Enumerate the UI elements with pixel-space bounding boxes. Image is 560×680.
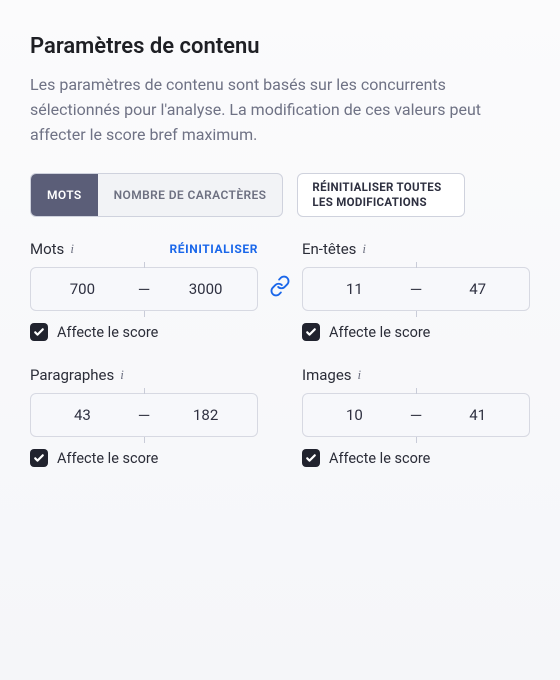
- range-separator: —: [134, 280, 155, 299]
- images-range: —: [302, 393, 530, 437]
- info-icon[interactable]: i: [70, 241, 74, 257]
- check-icon: [33, 326, 45, 338]
- check-icon: [305, 452, 317, 464]
- images-min-input[interactable]: [303, 396, 406, 434]
- paragraphs-affects-label: Affecte le score: [57, 450, 158, 467]
- field-headers: En-têtes i — Affecte le score: [302, 239, 530, 341]
- headers-range: —: [302, 267, 530, 311]
- field-headers-label: En-têtes i: [302, 240, 366, 258]
- field-words: Mots i RÉINITIALISER — Affecte le score: [30, 239, 258, 341]
- info-icon[interactable]: i: [120, 367, 124, 383]
- field-images-label-text: Images: [302, 366, 352, 384]
- paragraphs-range: —: [30, 393, 258, 437]
- headers-max-input[interactable]: [426, 270, 529, 308]
- headers-affects-checkbox[interactable]: [302, 323, 320, 341]
- images-affects-checkbox[interactable]: [302, 449, 320, 467]
- words-affects-label: Affecte le score: [57, 324, 158, 341]
- words-max-input[interactable]: [154, 270, 257, 308]
- toolbar: MOTS NOMBRE DE CARACTÈRES RÉINITIALISER …: [30, 173, 530, 217]
- field-paragraphs-label: Paragraphes i: [30, 366, 124, 384]
- unit-segmented-control: MOTS NOMBRE DE CARACTÈRES: [30, 173, 283, 217]
- tab-words[interactable]: MOTS: [31, 174, 98, 216]
- field-paragraphs: Paragraphes i — Affecte le score: [30, 365, 258, 467]
- range-separator: —: [134, 406, 155, 425]
- range-separator: —: [406, 406, 427, 425]
- range-separator: —: [406, 280, 427, 299]
- field-words-label-text: Mots: [30, 240, 64, 258]
- words-min-input[interactable]: [31, 270, 134, 308]
- paragraphs-affects-checkbox[interactable]: [30, 449, 48, 467]
- link-icon[interactable]: [269, 275, 291, 301]
- headers-min-input[interactable]: [303, 270, 406, 308]
- page-description: Les paramètres de contenu sont basés sur…: [30, 73, 510, 147]
- check-icon: [33, 452, 45, 464]
- words-affects-checkbox[interactable]: [30, 323, 48, 341]
- info-icon[interactable]: i: [358, 367, 362, 383]
- headers-affects-label: Affecte le score: [329, 324, 430, 341]
- field-words-label: Mots i: [30, 240, 74, 258]
- tab-characters[interactable]: NOMBRE DE CARACTÈRES: [98, 174, 283, 216]
- words-range: —: [30, 267, 258, 311]
- field-paragraphs-label-text: Paragraphes: [30, 366, 114, 384]
- reset-words-link[interactable]: RÉINITIALISER: [170, 242, 259, 256]
- info-icon[interactable]: i: [362, 241, 366, 257]
- field-headers-label-text: En-têtes: [302, 240, 356, 258]
- paragraphs-min-input[interactable]: [31, 396, 134, 434]
- images-max-input[interactable]: [426, 396, 529, 434]
- images-affects-label: Affecte le score: [329, 450, 430, 467]
- reset-all-button[interactable]: RÉINITIALISER TOUTES LES MODIFICATIONS: [297, 173, 465, 217]
- field-images-label: Images i: [302, 366, 361, 384]
- paragraphs-max-input[interactable]: [154, 396, 257, 434]
- field-images: Images i — Affecte le score: [302, 365, 530, 467]
- page-title: Paramètres de contenu: [30, 34, 530, 59]
- check-icon: [305, 326, 317, 338]
